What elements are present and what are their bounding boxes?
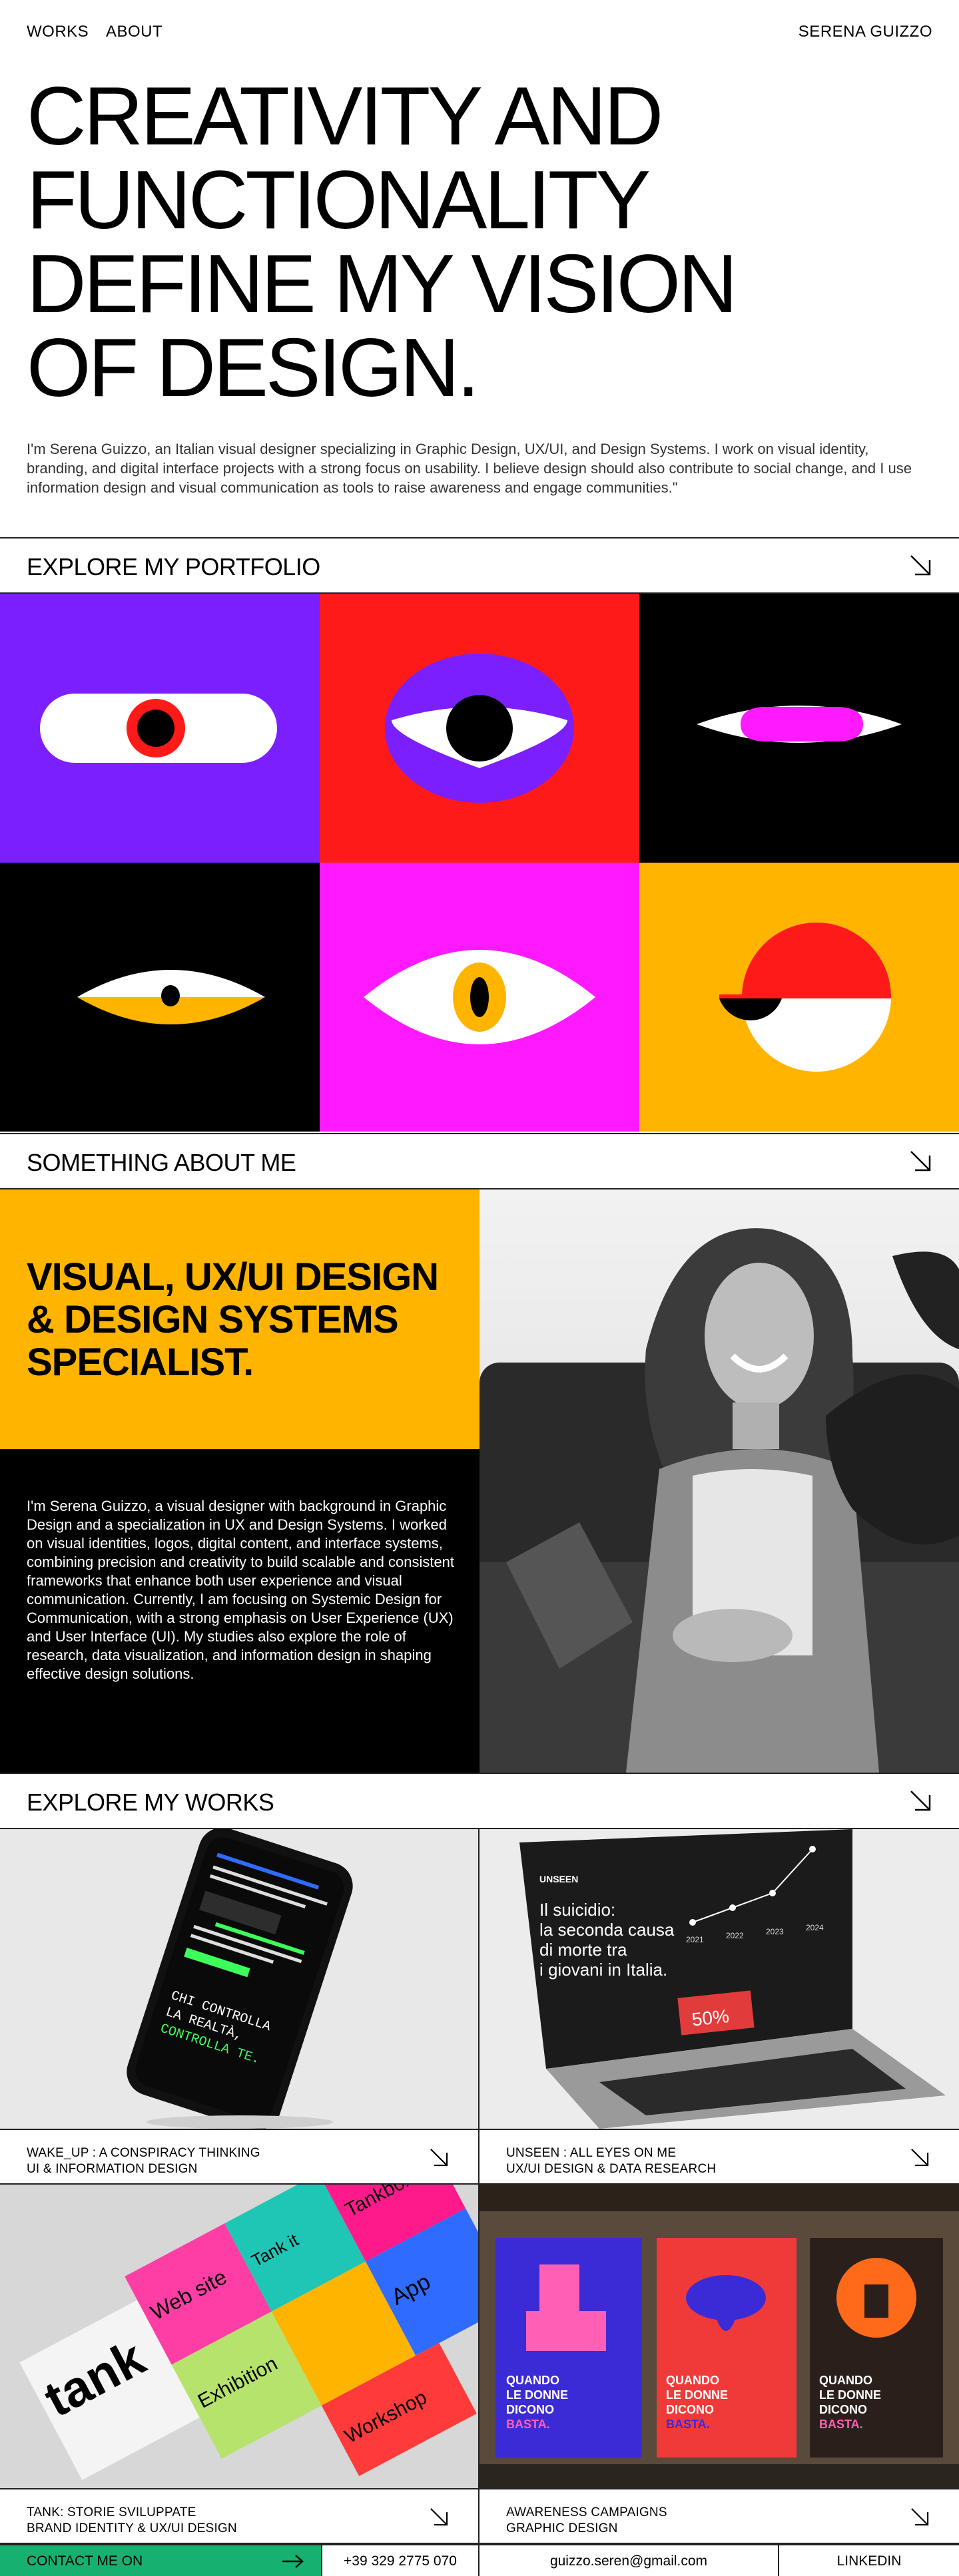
works-section-bar[interactable]: EXPLORE MY WORKS — [0, 1773, 959, 1829]
laptop-headline-line: di morte tra — [539, 1940, 627, 1960]
portfolio-tile[interactable] — [320, 863, 639, 1132]
tank-brand-mockup: tank Web site Tank it Tankbox Exhibition… — [0, 2185, 478, 2488]
about-heading-line: SPECIALIST. — [27, 1341, 254, 1384]
laptop-year: 2023 — [766, 1927, 784, 1936]
work-subtitle: BRAND IDENTITY & UX/UI DESIGN — [27, 2521, 237, 2535]
poster-line: DICONO — [506, 2403, 554, 2416]
work-title: WAKE_UP : A CONSPIRACY THINKING — [27, 2146, 260, 2160]
eye-circle-icon — [385, 654, 574, 803]
arrow-down-right-icon — [910, 1151, 931, 1172]
portfolio-section-title: EXPLORE MY PORTFOLIO — [27, 553, 320, 580]
poster-line: BASTA. — [819, 2418, 863, 2431]
work-title: UNSEEN : ALL EYES ON ME — [506, 2146, 677, 2160]
work-image-unseen[interactable]: UNSEEN Il suicidio: la seconda causa di … — [480, 1829, 959, 2129]
contact-label: CONTACT ME ON — [27, 2553, 143, 2569]
phone-link[interactable]: +39 329 2775 070 — [321, 2545, 480, 2576]
laptop-headline-line: Il suicidio: — [539, 1900, 615, 1920]
poster-line: BASTA. — [506, 2418, 550, 2431]
about-text: I'm Serena Guizzo, a visual designer wit… — [27, 1498, 455, 1682]
works-section-title: EXPLORE MY WORKS — [27, 1789, 274, 1816]
eye-almond-icon — [364, 950, 595, 1044]
eye-ball-icon — [719, 923, 891, 1072]
poster-line: DICONO — [819, 2403, 867, 2416]
portfolio-tile[interactable] — [0, 863, 320, 1132]
about-section-bar[interactable]: SOMETHING ABOUT ME — [0, 1133, 959, 1189]
portfolio-tile[interactable] — [639, 594, 959, 863]
phone-mockup: CHI CONTROLLA LA REALTÀ, CONTROLLA TE. — [127, 1829, 353, 2129]
arrow-right-icon — [282, 2555, 304, 2568]
poster-line: QUANDO — [506, 2374, 559, 2387]
about-heading-line: & DESIGN SYSTEMS — [27, 1298, 399, 1341]
portfolio-tile[interactable] — [639, 863, 959, 1132]
about-section-title: SOMETHING ABOUT ME — [27, 1149, 296, 1176]
laptop-year: 2022 — [726, 1931, 744, 1940]
poster-line: LE DONNE — [819, 2388, 881, 2402]
hero-line: FUNCTIONALITY — [27, 154, 651, 246]
hero-title: CREATIVITY AND FUNCTIONALITY DEFINE MY V… — [27, 75, 959, 410]
eye-half-icon — [77, 970, 265, 1024]
work-title: AWARENESS CAMPAIGNS — [506, 2505, 667, 2519]
work-caption-tank[interactable]: TANK: STORIE SVILUPPATE BRAND IDENTITY &… — [0, 2488, 480, 2544]
about-heading: VISUAL, UX/UI DESIGN & DESIGN SYSTEMS SP… — [27, 1256, 466, 1384]
portfolio-section-bar[interactable]: EXPLORE MY PORTFOLIO — [0, 537, 959, 594]
nav-about-link[interactable]: ABOUT — [106, 23, 162, 41]
portfolio-tile[interactable] — [320, 594, 639, 863]
poster-line: QUANDO — [666, 2374, 719, 2387]
top-nav: WORKS ABOUT SERENA GUIZZO — [0, 0, 959, 61]
poster-line: LE DONNE — [666, 2388, 728, 2402]
laptop-percent: 50% — [691, 2006, 730, 2030]
work-subtitle: GRAPHIC DESIGN — [506, 2521, 618, 2535]
laptop-mockup: UNSEEN Il suicidio: la seconda causa di … — [519, 1829, 946, 2129]
about-heading-line: VISUAL, UX/UI DESIGN — [27, 1255, 439, 1299]
hero-intro: I'm Serena Guizzo, an Italian visual des… — [27, 441, 912, 496]
hero-line: CREATIVITY AND — [27, 71, 663, 162]
about-text-panel: I'm Serena Guizzo, a visual designer wit… — [0, 1449, 480, 1773]
arrow-down-right-icon — [911, 2149, 929, 2167]
nav-name-link[interactable]: SERENA GUIZZO — [799, 23, 932, 41]
arrow-down-right-icon — [910, 555, 931, 576]
work-subtitle: UX/UI DESIGN & DATA RESEARCH — [506, 2162, 717, 2176]
poster-line: DICONO — [666, 2403, 714, 2416]
work-caption-unseen[interactable]: UNSEEN : ALL EYES ON ME UX/UI DESIGN & D… — [480, 2129, 959, 2185]
work-title: TANK: STORIE SVILUPPATE — [27, 2505, 196, 2519]
email-link[interactable]: guizzo.seren@gmail.com — [480, 2545, 779, 2576]
eye-pill-icon — [40, 694, 277, 763]
work-caption-wake-up[interactable]: WAKE_UP : A CONSPIRACY THINKING UI & INF… — [0, 2129, 480, 2185]
nav-works-link[interactable]: WORKS — [27, 23, 89, 41]
page: WORKS ABOUT SERENA GUIZZO CREATIVITY AND… — [0, 0, 959, 2576]
footer: CONTACT ME ON +39 329 2775 070 guizzo.se… — [0, 2544, 959, 2576]
work-image-tank[interactable]: tank Web site Tank it Tankbox Exhibition… — [0, 2185, 480, 2488]
about-heading-panel: VISUAL, UX/UI DESIGN & DESIGN SYSTEMS SP… — [0, 1189, 480, 1449]
portrait-photo — [480, 1189, 959, 1773]
linkedin-link[interactable]: LINKEDIN — [779, 2545, 959, 2576]
laptop-headline-line: la seconda causa — [539, 1920, 675, 1940]
poster-line: BASTA. — [666, 2418, 710, 2431]
work-subtitle: UI & INFORMATION DESIGN — [27, 2162, 198, 2176]
arrow-down-right-icon — [430, 2508, 448, 2526]
laptop-year: 2024 — [806, 1923, 824, 1932]
portfolio-tile[interactable] — [0, 594, 320, 863]
hero-line: OF DESIGN. — [27, 322, 480, 414]
arrow-down-right-icon — [911, 2508, 929, 2526]
poster-line: LE DONNE — [506, 2388, 568, 2402]
poster-line: QUANDO — [819, 2374, 872, 2387]
contact-me-button[interactable]: CONTACT ME ON — [0, 2545, 321, 2576]
eye-slit-icon — [697, 706, 902, 743]
laptop-headline-line: i giovani in Italia. — [539, 1960, 667, 1980]
arrow-down-right-icon — [430, 2149, 448, 2167]
work-caption-awareness[interactable]: AWARENESS CAMPAIGNS GRAPHIC DESIGN — [480, 2488, 959, 2544]
arrow-down-right-icon — [910, 1791, 931, 1811]
portrait-illustration — [480, 1189, 959, 1773]
laptop-brand: UNSEEN — [539, 1874, 578, 1884]
laptop-year: 2021 — [686, 1935, 704, 1944]
work-image-awareness[interactable]: QUANDO LE DONNE DICONO BASTA. QUANDO LE … — [480, 2185, 959, 2488]
hero-line: DEFINE MY VISION — [27, 238, 738, 330]
work-image-wake-up[interactable]: CHI CONTROLLA LA REALTÀ, CONTROLLA TE. — [0, 1829, 480, 2129]
posters-mockup: QUANDO LE DONNE DICONO BASTA. QUANDO LE … — [480, 2185, 959, 2488]
